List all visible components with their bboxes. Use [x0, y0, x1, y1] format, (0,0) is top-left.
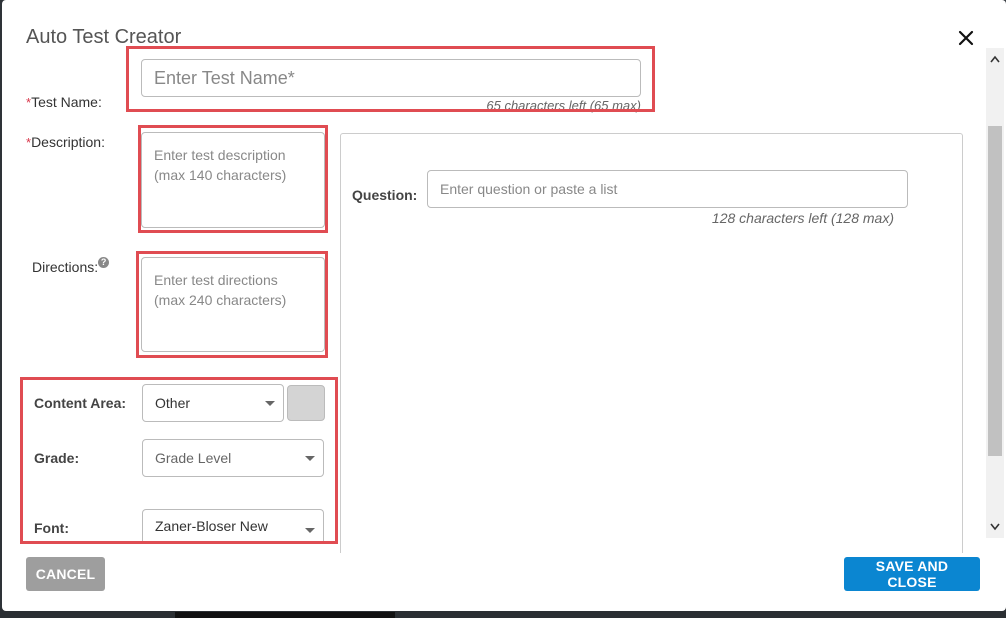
content-area-select[interactable]: Other: [142, 384, 284, 422]
chevron-down-icon: [305, 527, 315, 533]
content-area-value: Other: [155, 395, 191, 411]
description-label: *Description:: [26, 134, 105, 150]
test-name-label-text: Test Name:: [31, 94, 102, 110]
scrollbar-thumb[interactable]: [988, 126, 1002, 456]
backdrop-bar: [175, 612, 395, 618]
help-icon[interactable]: ?: [98, 257, 110, 268]
question-input[interactable]: [427, 170, 908, 208]
save-and-close-button[interactable]: SAVE AND CLOSE: [844, 557, 980, 591]
font-value: Zaner-Bloser New: [155, 517, 268, 534]
content-area-color-swatch[interactable]: [287, 385, 325, 421]
font-label: Font:: [34, 520, 69, 536]
close-button[interactable]: [954, 26, 978, 50]
scroll-up-arrow[interactable]: [986, 50, 1004, 68]
chevron-down-icon: [305, 456, 315, 461]
test-name-char-counter: 65 characters left (65 max): [486, 98, 641, 113]
chevron-up-icon: [990, 55, 1000, 63]
test-name-label: *Test Name:: [26, 94, 102, 110]
chevron-down-icon: [265, 401, 275, 406]
grade-value: Grade Level: [155, 450, 232, 466]
chevron-down-icon: [990, 523, 1000, 531]
description-textarea[interactable]: [141, 132, 325, 228]
grade-label: Grade:: [34, 450, 80, 466]
question-label: Question:: [352, 187, 418, 203]
directions-textarea[interactable]: [141, 257, 325, 352]
test-name-input[interactable]: [141, 59, 641, 97]
directions-label-text: Directions:: [32, 259, 99, 275]
font-select[interactable]: Zaner-Bloser New: [142, 509, 324, 541]
cancel-button[interactable]: CANCEL: [26, 557, 105, 591]
close-icon: [958, 30, 974, 46]
directions-label: Directions:?: [32, 257, 110, 275]
modal-title: Auto Test Creator: [26, 26, 182, 48]
scroll-down-arrow[interactable]: [986, 518, 1004, 536]
question-char-counter: 128 characters left (128 max): [711, 210, 894, 226]
grade-select[interactable]: Grade Level: [142, 439, 324, 477]
description-label-text: Description:: [31, 134, 105, 150]
auto-test-creator-modal: Auto Test Creator *Test Name: 65 charact…: [2, 0, 1006, 611]
content-area-label: Content Area:: [34, 395, 127, 411]
scrollbar[interactable]: [986, 48, 1004, 538]
